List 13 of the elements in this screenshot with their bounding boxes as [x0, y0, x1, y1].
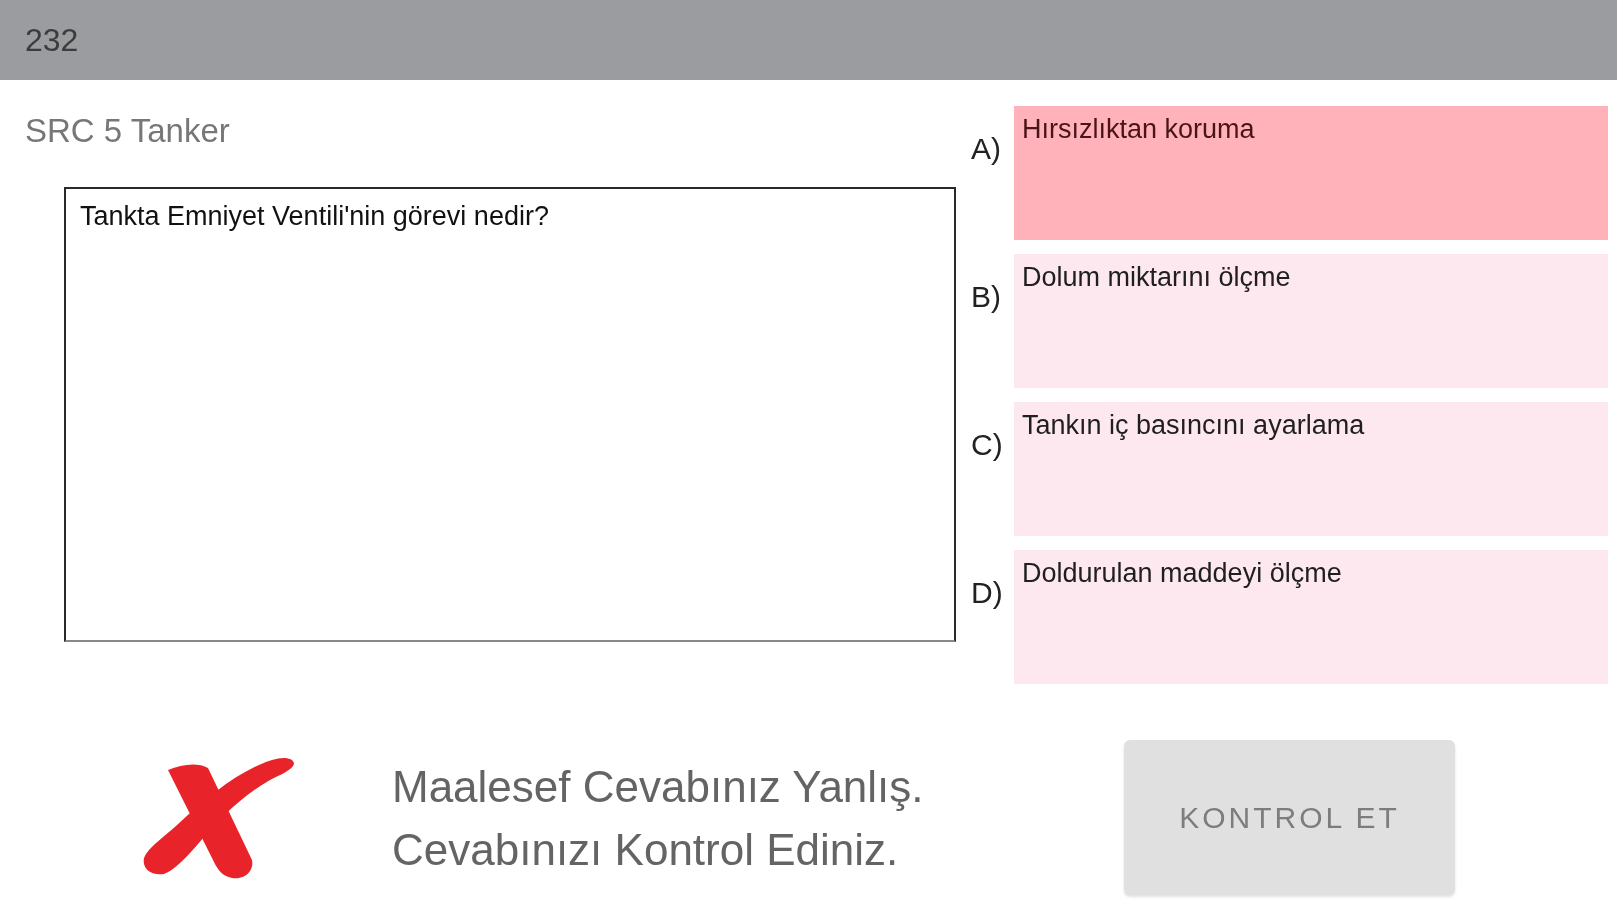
answer-option[interactable]: Hırsızlıktan koruma — [1014, 106, 1608, 240]
option-letter: C) — [971, 428, 1004, 462]
answer-option[interactable]: Doldurulan maddeyi ölçme — [1014, 550, 1608, 684]
result-message: Maalesef Cevabınız Yanlış. Cevabınızı Kontrol Ediniz. — [392, 760, 925, 876]
option-letter: D) — [971, 576, 1004, 610]
option-letter: B) — [971, 280, 1002, 314]
cross-mark-icon — [142, 755, 294, 880]
question-text: Tankta Emniyet Ventili'nin görevi nedir? — [80, 201, 549, 231]
category-title: SRC 5 Tanker — [25, 112, 230, 150]
option-letter: A) — [971, 132, 1002, 166]
question-number: 232 — [25, 21, 79, 59]
answer-option[interactable]: Dolum miktarını ölçme — [1014, 254, 1608, 388]
answer-option[interactable]: Tankın iç basıncını ayarlama — [1014, 402, 1608, 536]
